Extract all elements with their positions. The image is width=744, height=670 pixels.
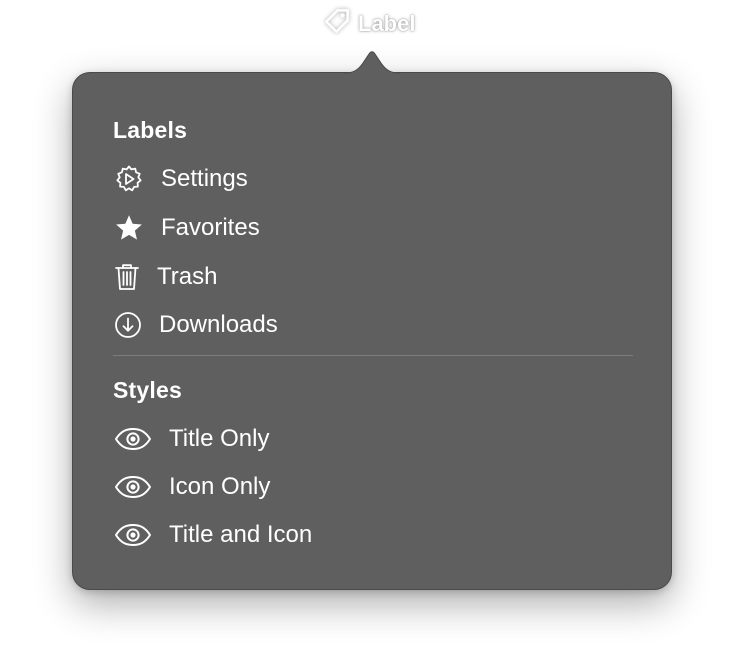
download-icon bbox=[113, 311, 143, 339]
menu-item-label: Downloads bbox=[159, 311, 278, 338]
popover-arrow bbox=[344, 51, 400, 76]
menu-item-trash[interactable]: Trash bbox=[113, 259, 217, 295]
eye-icon bbox=[113, 523, 153, 547]
eye-icon bbox=[113, 475, 153, 499]
menu-item-label: Title and Icon bbox=[169, 521, 313, 548]
menu-item-label: Trash bbox=[157, 263, 218, 290]
tag-icon bbox=[322, 6, 352, 42]
menu-item-title-only[interactable]: Title Only bbox=[113, 421, 269, 457]
menu-item-downloads[interactable]: Downloads bbox=[113, 307, 278, 343]
menu-item-title-and-icon[interactable]: Title and Icon bbox=[113, 517, 312, 553]
trash-icon bbox=[113, 262, 141, 292]
eye-icon bbox=[113, 427, 153, 451]
star-icon bbox=[113, 213, 145, 243]
labels-section-title: Labels bbox=[113, 117, 188, 143]
menu-item-icon-only[interactable]: Icon Only bbox=[113, 469, 270, 505]
gear-icon bbox=[113, 164, 145, 194]
toolbar-label-text: Label bbox=[358, 11, 416, 36]
section-separator bbox=[113, 355, 633, 356]
styles-section-title: Styles bbox=[113, 377, 182, 403]
toolbar-label-button[interactable]: Label bbox=[322, 8, 415, 40]
menu-item-settings[interactable]: Settings bbox=[113, 161, 248, 197]
menu-item-label: Title Only bbox=[169, 425, 270, 452]
menu-item-label: Icon Only bbox=[169, 473, 271, 500]
menu-item-favorites[interactable]: Favorites bbox=[113, 210, 260, 246]
menu-item-label: Favorites bbox=[161, 214, 260, 241]
menu-item-label: Settings bbox=[161, 165, 248, 192]
window-stage: Label Labels Settings Favorites Trash Do… bbox=[0, 0, 744, 670]
label-popover: Labels Settings Favorites Trash Download… bbox=[72, 72, 672, 590]
